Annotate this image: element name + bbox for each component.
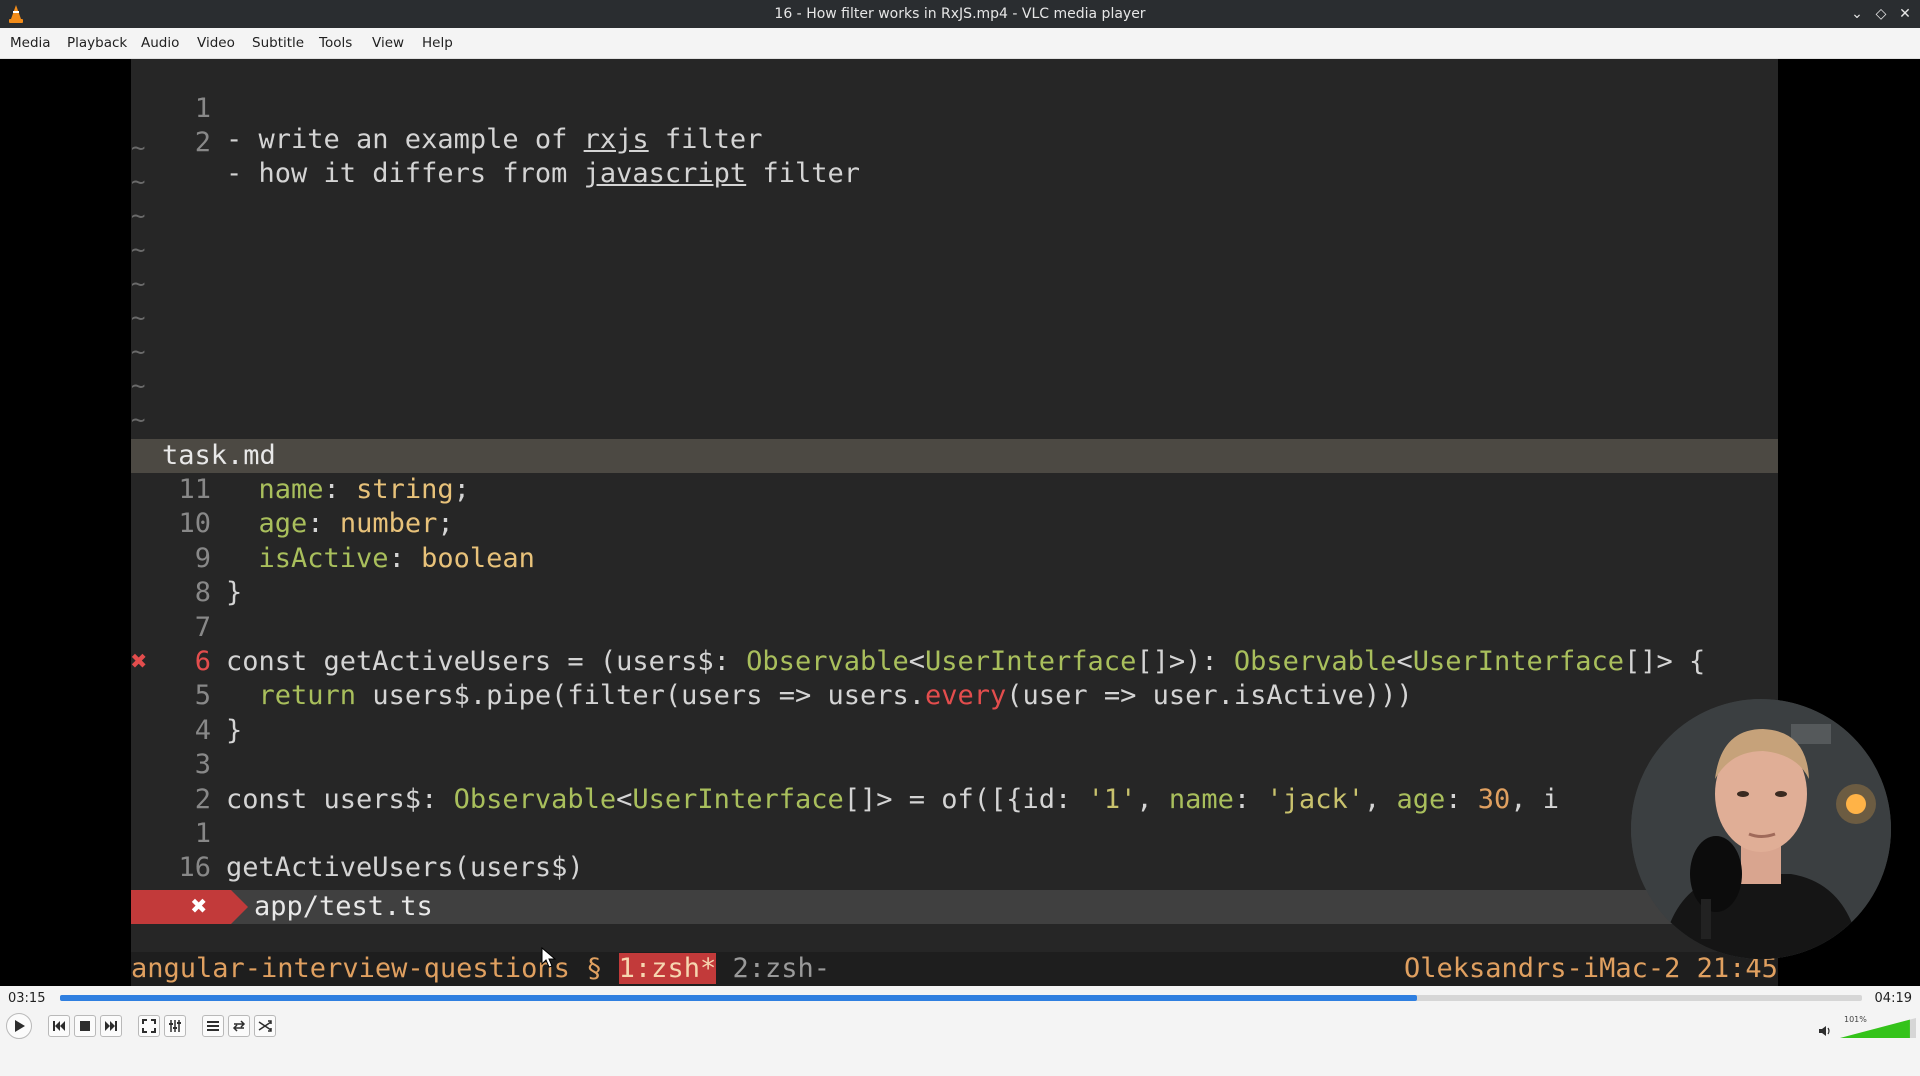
code-text: const users$: Observable<UserInterface[]…	[226, 783, 1560, 815]
fullscreen-button[interactable]	[138, 1015, 160, 1037]
line-number: 4	[194, 714, 211, 746]
playlist-icon	[207, 1021, 219, 1031]
close-icon[interactable]: ✕	[1895, 4, 1915, 24]
shuffle-button[interactable]	[254, 1015, 276, 1037]
minimize-icon[interactable]: ⌄	[1847, 4, 1867, 24]
line-number: 5	[194, 680, 211, 712]
play-icon	[15, 1020, 25, 1032]
line-number: 8	[194, 577, 211, 609]
loop-button[interactable]	[228, 1015, 250, 1037]
code-text: getActiveUsers(users$)	[226, 852, 584, 884]
code-text: name: string;	[258, 474, 470, 505]
line-number: 10	[178, 508, 211, 540]
menu-subtitle[interactable]: Subtitle	[252, 35, 304, 51]
video-surface[interactable]: 1 - write an example of rxjs filter 2 - …	[0, 59, 1920, 1042]
line-number: 1	[194, 818, 211, 849]
window-title: 16 - How filter works in RxJS.mp4 - VLC …	[774, 6, 1146, 22]
empty-line-tilde: ~	[131, 270, 146, 298]
task-line: 2 - how it differs from javascript filte…	[194, 127, 860, 189]
menu-bar: Media Playback Audio Video Subtitle Tool…	[0, 28, 1920, 59]
instructor-portrait-icon	[1631, 699, 1891, 959]
task-filename: task.md	[162, 440, 276, 471]
empty-line-tilde: ~	[131, 406, 146, 434]
stop-button[interactable]	[74, 1015, 96, 1037]
line-number: 9	[194, 542, 211, 574]
tmux-host-clock: Oleksandrs-iMac-2 21:45	[1404, 953, 1778, 984]
menu-playback[interactable]: Playback	[67, 35, 127, 51]
menu-view[interactable]: View	[372, 35, 404, 51]
tmux-window-1: 1:zsh*	[618, 953, 717, 984]
tmux-window-2: 2:zsh-	[716, 953, 831, 984]
instructor-webcam	[1631, 699, 1891, 959]
code-text: }	[226, 577, 243, 609]
title-bar: 16 - How filter works in RxJS.mp4 - VLC …	[0, 0, 1920, 28]
menu-media[interactable]: Media	[10, 35, 51, 51]
code-text: age: number;	[258, 508, 454, 540]
next-icon	[105, 1021, 117, 1031]
seek-row: 03:15 04:19	[0, 986, 1920, 1010]
control-bar: 101%	[0, 1010, 1920, 1042]
menu-help[interactable]: Help	[422, 35, 453, 51]
line-number: 16	[178, 852, 211, 884]
menu-tools[interactable]: Tools	[319, 35, 352, 51]
menu-audio[interactable]: Audio	[141, 35, 179, 51]
elapsed-time: 03:15	[8, 991, 46, 1006]
line-number: 2	[194, 783, 211, 815]
code-text: return users$.pipe(filter(users => users…	[258, 680, 1413, 712]
task-status-line: task.md	[131, 439, 1778, 473]
test-status-line: ✖ app/test.ts t]	[131, 890, 1778, 924]
seek-slider[interactable]	[60, 995, 1862, 1001]
code-text: }	[226, 714, 243, 746]
menu-video[interactable]: Video	[197, 35, 235, 51]
play-button[interactable]	[6, 1013, 32, 1039]
code-text: const getActiveUsers = (users$: Observab…	[226, 646, 1706, 677]
volume-level-label: 101%	[1844, 1015, 1867, 1024]
empty-line-tilde: ~	[131, 372, 146, 400]
status-error-icon: ✖	[191, 891, 208, 922]
line-number: 3	[194, 749, 211, 781]
next-button[interactable]	[100, 1015, 122, 1037]
volume-slider[interactable]: 101%	[1840, 1015, 1916, 1038]
seek-progress	[60, 995, 1417, 1001]
task-line: 1 - write an example of rxjs filter	[194, 93, 763, 155]
playlist-button[interactable]	[202, 1015, 224, 1037]
shuffle-icon	[258, 1020, 272, 1032]
empty-line-tilde: ~	[131, 168, 146, 196]
empty-line-tilde: ~	[131, 338, 146, 366]
code-text: isActive: boolean	[258, 542, 535, 574]
empty-line-tilde: ~	[131, 202, 146, 230]
empty-line-tilde: ~	[131, 134, 146, 162]
fullscreen-icon	[142, 1019, 156, 1033]
empty-line-tilde: ~	[131, 304, 146, 332]
previous-icon	[53, 1021, 65, 1031]
extended-settings-button[interactable]	[164, 1015, 186, 1037]
tmux-status-bar: angular-interview-questions § 1:zsh* 2:z…	[131, 952, 1778, 986]
loop-icon	[232, 1020, 246, 1032]
speaker-icon[interactable]	[1818, 1024, 1832, 1038]
empty-line-tilde: ~	[131, 236, 146, 264]
mouse-pointer-icon	[541, 947, 557, 968]
line-number: 11	[178, 474, 211, 505]
terminal-frame: 1 - write an example of rxjs filter 2 - …	[131, 59, 1891, 986]
stop-icon	[80, 1021, 90, 1031]
previous-button[interactable]	[48, 1015, 70, 1037]
total-time: 04:19	[1874, 991, 1912, 1006]
test-filename: app/test.ts	[254, 891, 433, 922]
line-number: 7	[194, 611, 211, 643]
equalizer-icon	[169, 1020, 181, 1032]
error-sign-icon: ✖	[131, 646, 148, 677]
maximize-icon[interactable]: ◇	[1871, 4, 1891, 24]
